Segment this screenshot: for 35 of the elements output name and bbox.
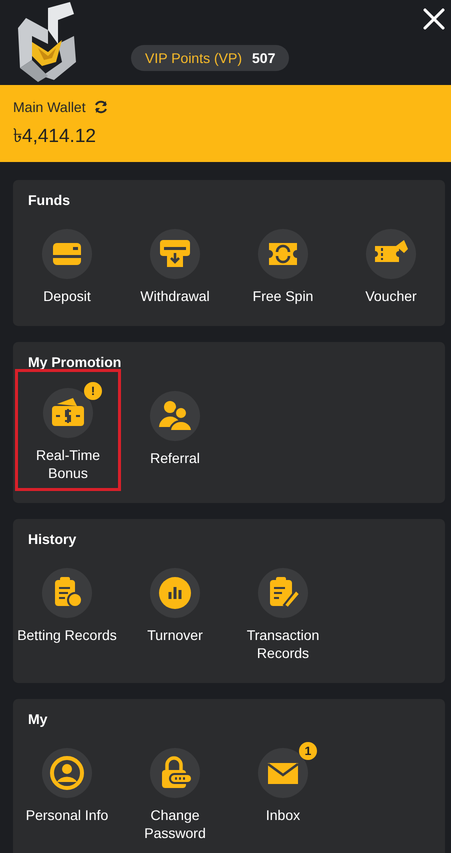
- menu-item[interactable]: Withdrawal: [121, 226, 229, 308]
- clipboard-pencil-icon: [258, 568, 308, 618]
- wallet-balance: ৳4,414.12: [13, 125, 97, 149]
- notification-badge: !: [84, 382, 102, 400]
- menu-item[interactable]: Personal Info: [13, 745, 121, 845]
- clipboard-coin-icon: [42, 568, 92, 618]
- wallet-label: Main Wallet: [13, 99, 86, 115]
- ticket-icon: [258, 229, 308, 279]
- notification-badge: 1: [299, 742, 317, 760]
- menu-item[interactable]: Change Password: [121, 745, 229, 845]
- people-icon: [150, 391, 200, 441]
- refresh-icon[interactable]: [92, 99, 109, 115]
- close-icon[interactable]: [423, 8, 445, 30]
- bar-chart-icon: [150, 568, 200, 618]
- menu-item[interactable]: 1 Inbox: [229, 745, 337, 845]
- menu-item[interactable]: Free Spin: [229, 226, 337, 308]
- wallet-icon: [43, 388, 93, 438]
- menu-item[interactable]: ! Real-Time Bonus: [15, 369, 121, 491]
- section-title: Funds: [27, 191, 71, 210]
- menu-item[interactable]: Transaction Records: [229, 565, 337, 665]
- section-title: History: [27, 530, 78, 549]
- vip-value: 507: [252, 50, 276, 66]
- card-icon: [42, 229, 92, 279]
- menu-item[interactable]: Deposit: [13, 226, 121, 308]
- menu-item[interactable]: Voucher: [337, 226, 445, 308]
- section-title: My: [27, 710, 48, 729]
- lock-icon: [150, 748, 200, 798]
- menu-item[interactable]: Turnover: [121, 565, 229, 665]
- user-icon: [42, 748, 92, 798]
- menu-item[interactable]: Referral: [121, 388, 229, 485]
- vip-label: VIP Points (VP): [145, 50, 242, 66]
- atm-icon: [150, 229, 200, 279]
- section-title: My Promotion: [27, 353, 122, 372]
- voucher-icon: [366, 229, 416, 279]
- menu-item[interactable]: Betting Records: [13, 565, 121, 665]
